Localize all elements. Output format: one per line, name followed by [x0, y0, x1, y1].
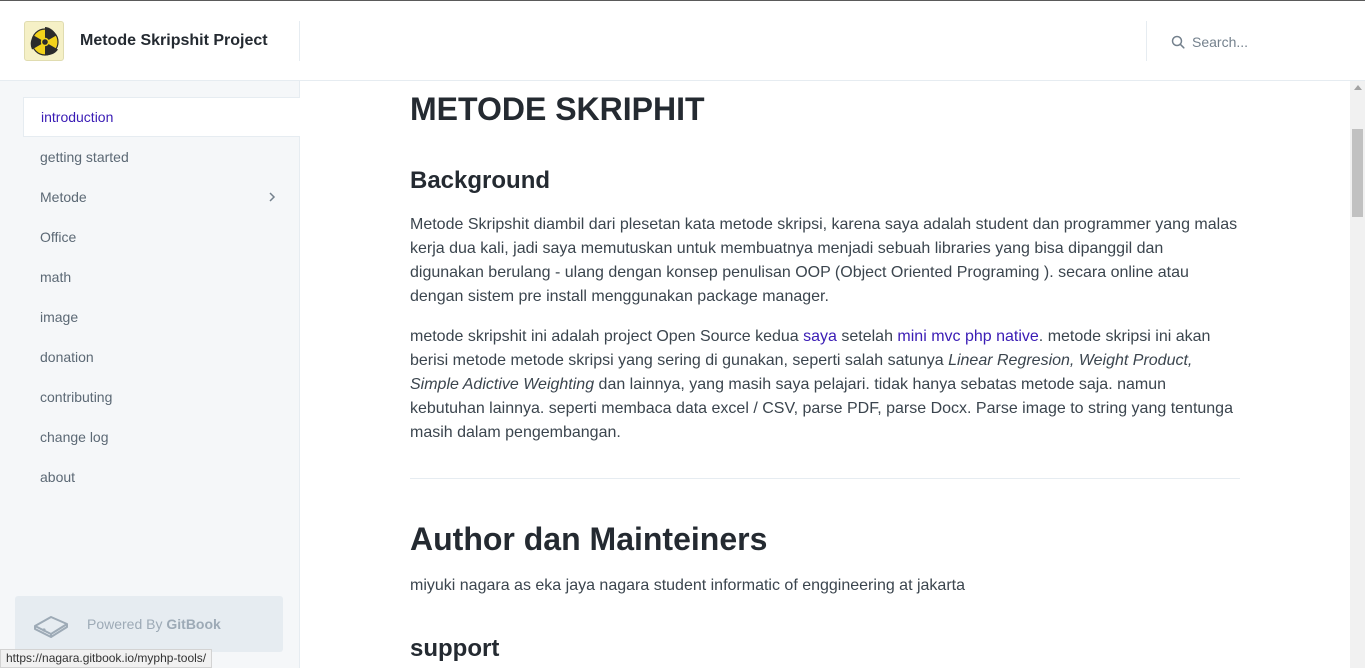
project-paragraph: metode skripshit ini adalah project Open…	[410, 328, 1233, 441]
sidebar-item-label: getting started	[40, 149, 129, 165]
sidebar-item-label: change log	[40, 429, 109, 445]
saya-link[interactable]: saya	[803, 328, 837, 345]
sidebar-item-change-log[interactable]: change log	[23, 417, 300, 457]
support-heading: support	[410, 635, 500, 662]
chevron-right-icon[interactable]	[268, 191, 276, 203]
mini-mvc-php-native-link[interactable]: mini mvc php native	[897, 328, 1038, 345]
sidebar-item-about[interactable]: about	[23, 457, 300, 497]
main-content: METODE SKRIPHIT Background Metode Skrips…	[300, 81, 1350, 668]
radiation-icon	[30, 27, 59, 56]
sidebar-item-label: image	[40, 309, 79, 325]
sidebar-item-label: about	[40, 469, 76, 485]
sidebar: introduction getting started Metode Offi…	[0, 81, 300, 668]
header-divider	[299, 21, 300, 61]
vertical-scrollbar[interactable]	[1350, 81, 1365, 668]
site-logo[interactable]	[24, 21, 64, 61]
gitbook-icon	[34, 616, 68, 638]
section-divider	[410, 478, 1240, 479]
powered-by-gitbook[interactable]: Powered By GitBook	[15, 596, 283, 652]
powered-by-text: Powered By GitBook	[87, 616, 221, 632]
background-heading: Background	[410, 167, 551, 194]
sidebar-item-contributing[interactable]: contributing	[23, 377, 300, 417]
sidebar-item-introduction[interactable]: introduction	[23, 97, 300, 137]
sidebar-item-label: math	[40, 269, 72, 285]
search-input[interactable]	[1192, 30, 1342, 54]
sidebar-item-label: donation	[40, 349, 94, 365]
author-paragraph: miyuki nagara as eka jaya nagara student…	[410, 577, 965, 594]
status-bar-url: https://nagara.gitbook.io/myphp-tools/	[0, 649, 213, 668]
sidebar-item-office[interactable]: Office	[23, 217, 300, 257]
scroll-up-arrow-icon[interactable]	[1354, 85, 1362, 90]
top-header: Metode Skripshit Project	[0, 0, 1365, 81]
site-title[interactable]: Metode Skripshit Project	[80, 32, 268, 50]
sidebar-item-label: Metode	[40, 189, 87, 205]
sidebar-item-image[interactable]: image	[23, 297, 300, 337]
author-heading: Author dan Mainteiners	[410, 521, 768, 557]
sidebar-item-getting-started[interactable]: getting started	[23, 137, 300, 177]
sidebar-nav: introduction getting started Metode Offi…	[23, 97, 300, 497]
sidebar-item-donation[interactable]: donation	[23, 337, 300, 377]
sidebar-item-label: introduction	[41, 109, 114, 125]
page-title: METODE SKRIPHIT	[410, 91, 705, 127]
scrollbar-thumb[interactable]	[1352, 129, 1363, 217]
header-divider	[1146, 21, 1147, 61]
search-icon	[1171, 35, 1185, 49]
sidebar-item-math[interactable]: math	[23, 257, 300, 297]
sidebar-item-metode[interactable]: Metode	[23, 177, 300, 217]
sidebar-item-label: contributing	[40, 389, 113, 405]
sidebar-item-label: Office	[40, 229, 77, 245]
background-paragraph: Metode Skripshit diambil dari plesetan k…	[410, 216, 1238, 305]
